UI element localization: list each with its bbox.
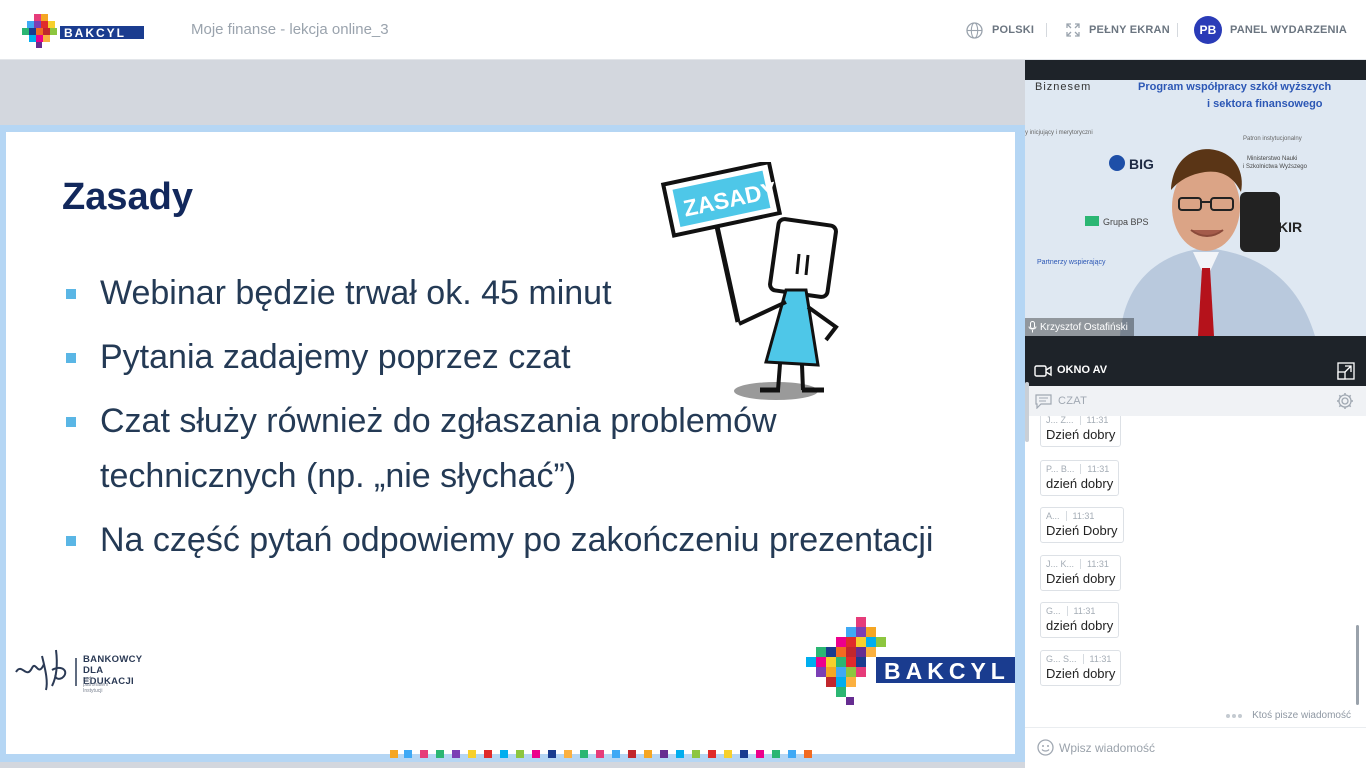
message-time: 11:31 [1080, 559, 1109, 569]
message-time: 11:31 [1080, 464, 1110, 474]
backdrop-text: BIG [1129, 156, 1154, 172]
message-text: Dzień dobry [1046, 666, 1116, 681]
fullscreen-label: PEŁNY EKRAN [1089, 24, 1170, 36]
avatar: PB [1194, 16, 1222, 44]
decorative-pixel-strip [390, 750, 812, 758]
typing-text: Ktoś pisze wiadomość [1252, 710, 1351, 721]
backdrop-text: Grupa BPS [1103, 217, 1149, 227]
video-camera-icon [1034, 365, 1052, 377]
backdrop-text: Biznesem [1035, 81, 1091, 93]
bullet-text-continued: technicznych (np. „nie słychać”) [100, 457, 577, 495]
backdrop-text: Ministerstwo Nauki [1247, 156, 1297, 162]
event-title: Moje finanse - lekcja online_3 [191, 21, 389, 38]
language-label: POLSKI [992, 24, 1035, 36]
sign-figure-illustration: ZASADY [660, 162, 839, 400]
typing-dots-icon [1226, 710, 1244, 721]
chat-header: CZAT [1025, 386, 1366, 416]
side-panel: Program współpracy szkół wyższych i sekt… [1025, 60, 1366, 768]
chat-message: J... Z... 11:31 Dzień dobry [1040, 416, 1122, 447]
chat-scrollbar[interactable] [1356, 625, 1359, 705]
slide-logo-text: BAKCYL [884, 658, 1010, 684]
message-time: 11:31 [1079, 416, 1109, 425]
message-time: 11:31 [1065, 511, 1095, 521]
fullscreen-button[interactable]: PEŁNY EKRAN [1066, 18, 1170, 42]
message-text: Dzień dobry [1046, 427, 1116, 442]
av-window-label: OKNO AV [1057, 364, 1108, 376]
message-text: dzień dobry [1046, 618, 1114, 633]
backdrop-text: Partnerzy wspierający [1037, 259, 1106, 266]
message-author: A... [1046, 511, 1060, 521]
chat-title: CZAT [1058, 395, 1088, 407]
backdrop-text: i sektora finansowego [1207, 98, 1323, 110]
backdrop-text: Program współpracy szkół wyższych [1138, 81, 1331, 93]
bakcyl-slide-logo: BAKCYL [806, 617, 1015, 705]
chat-icon [1035, 394, 1052, 409]
bullet-text: Na część pytań odpowiemy po zakończeniu … [100, 521, 934, 559]
message-time: 11:31 [1082, 654, 1112, 664]
emoji-icon[interactable] [1037, 739, 1054, 756]
bullet-text: Czat służy również do zgłaszania problem… [100, 402, 777, 440]
speaker-name: Krzysztof Ostafiński [1040, 321, 1128, 333]
chat-message-input[interactable] [1059, 737, 1349, 759]
typing-indicator: Ktoś pisze wiadomość [1226, 710, 1351, 721]
backdrop-text: y inicjujący i merytoryczni [1025, 130, 1093, 136]
message-author: G... [1046, 606, 1061, 616]
fullscreen-icon [1066, 23, 1080, 37]
chat-message: A... 11:31 Dzień Dobry [1040, 507, 1124, 543]
globe-icon [966, 21, 983, 39]
message-author: P... B... [1046, 464, 1075, 474]
bankowcy-dla-edukacji-logo: BANKOWCY DLA EDUKACJI pod patronatem Ins… [12, 642, 142, 699]
chat-input-bar [1025, 727, 1366, 768]
popout-icon[interactable] [1337, 362, 1355, 380]
event-panel-label: PANEL WYDARZENIA [1230, 24, 1348, 36]
presentation-stage: Zasady Webinar będzie trwał ok. 45 minut… [0, 60, 1025, 768]
chat-message: P... B... 11:31 dzień dobry [1040, 460, 1120, 496]
chat-message: J... K... 11:31 Dzień dobry [1040, 555, 1122, 591]
speaker-name-label: Krzysztof Ostafiński [1025, 318, 1134, 336]
video-top-bar [1025, 60, 1366, 80]
message-author: J... K... [1046, 559, 1075, 569]
wib-signature-icon [15, 649, 77, 691]
divider [1177, 23, 1178, 37]
org-name-line1: BANKOWCY [83, 654, 143, 665]
message-text: Dzień Dobry [1046, 523, 1118, 538]
bullet-text: Pytania zadajemy poprzez czat [100, 338, 571, 376]
top-bar: BAKCYL Moje finanse - lekcja online_3 PO… [0, 0, 1366, 60]
chat-message: G... 11:31 dzień dobry [1040, 602, 1120, 638]
bullet-text: Webinar będzie trwał ok. 45 minut [100, 274, 612, 312]
bullet-marker [66, 353, 76, 363]
speaker-video[interactable]: Program współpracy szkół wyższych i sekt… [1025, 80, 1366, 336]
event-panel-button[interactable]: PB PANEL WYDARZENIA [1194, 16, 1347, 44]
chat-messages: J... Z... 11:31 Dzień dobry P... B... 11:3… [1025, 416, 1366, 706]
message-author: G... S... [1046, 654, 1077, 664]
slide: Zasady Webinar będzie trwał ok. 45 minut… [0, 125, 1025, 762]
bullet-marker [66, 289, 76, 299]
message-text: dzień dobry [1046, 476, 1114, 491]
org-subtitle: pod patronatem Instytucji [83, 676, 109, 694]
slide-title: Zasady [62, 176, 193, 218]
backdrop-text: i Szkolnictwa Wyższego [1243, 164, 1308, 170]
bullet-marker [66, 417, 76, 427]
microphone-icon [1028, 321, 1037, 333]
chat-message: G... S... 11:31 Dzień dobry [1040, 650, 1122, 686]
logo-text: BAKCYL [64, 26, 126, 40]
divider [1046, 23, 1047, 37]
message-author: J... Z... [1046, 416, 1074, 425]
av-window-bar: OKNO AV [1025, 336, 1366, 386]
backdrop-text: KIR [1278, 219, 1302, 235]
video-frame: Program współpracy szkół wyższych i sekt… [1025, 80, 1366, 336]
bullet-marker [66, 536, 76, 546]
slide-content: Zasady Webinar będzie trwał ok. 45 minut… [6, 132, 1015, 754]
message-time: 11:31 [1066, 606, 1096, 616]
language-button[interactable]: POLSKI [966, 18, 1034, 42]
bakcyl-logo[interactable]: BAKCYL [22, 12, 146, 48]
message-text: Dzień dobry [1046, 571, 1116, 586]
backdrop-text: Patron instytucjonalny [1243, 136, 1302, 142]
settings-gear-icon[interactable] [1336, 392, 1354, 410]
